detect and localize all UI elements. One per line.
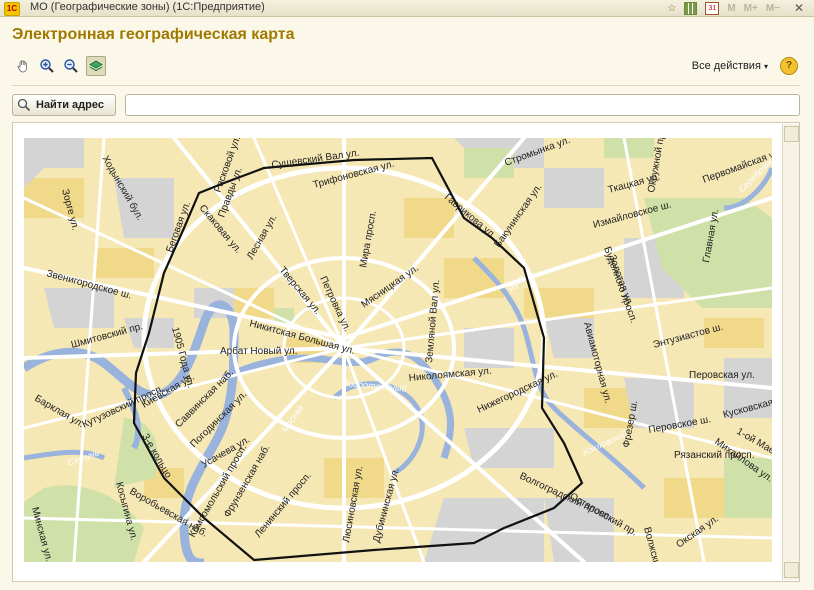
layers-button[interactable] — [86, 56, 106, 76]
hand-icon — [17, 60, 27, 73]
memory-m-button[interactable]: M — [727, 3, 735, 14]
scroll-down-arrow[interactable] — [784, 562, 799, 578]
favorites-star-icon[interactable]: ☆ — [667, 3, 676, 14]
app-logo-icon: 1С — [4, 2, 20, 16]
geographic-map[interactable]: Зорге ул. Ходынский бул. Звенигородское ш.… — [24, 138, 772, 562]
pan-tool-button[interactable] — [14, 57, 32, 75]
calendar-icon[interactable]: 31 — [705, 1, 720, 15]
street-label: Перовская ул. — [689, 370, 755, 381]
help-button[interactable]: ? — [780, 57, 798, 75]
close-window-button[interactable]: ✕ — [788, 0, 810, 16]
window-title: МО (Географические зоны) (1С:Предприятие… — [30, 1, 265, 13]
layers-icon — [89, 60, 103, 72]
address-input[interactable] — [125, 94, 800, 116]
memory-mminus-button[interactable]: M− — [766, 3, 780, 14]
titlebar-tools: ☆ 31 M M+ M− ✕ — [663, 0, 814, 16]
search-icon — [17, 98, 31, 112]
form-heading: Электронная географическая карта — [12, 26, 295, 43]
all-actions-menu[interactable]: Все действия ▾ — [692, 60, 768, 72]
find-address-label: Найти адрес — [36, 99, 104, 111]
window-titlebar: 1С МО (Географические зоны) (1С:Предприя… — [0, 0, 814, 17]
map-canvas[interactable]: Зорге ул. Ходынский бул.Звенигородское ш.… — [24, 138, 772, 562]
calculator-icon[interactable] — [684, 1, 698, 15]
all-actions-label: Все действия — [691, 60, 761, 72]
find-address-button[interactable]: Найти адрес — [12, 94, 116, 116]
zoom-out-button[interactable] — [62, 57, 80, 75]
scroll-up-arrow[interactable] — [784, 126, 799, 142]
toolbar-divider — [12, 85, 800, 86]
street-label: Арбат Новый ул. — [220, 345, 297, 357]
zoom-in-icon — [40, 59, 54, 73]
chevron-down-icon: ▾ — [763, 62, 768, 71]
zoom-out-icon — [64, 59, 78, 73]
memory-mplus-button[interactable]: M+ — [744, 3, 758, 14]
map-toolbar — [14, 56, 106, 76]
zoom-in-button[interactable] — [38, 57, 56, 75]
map-vertical-scrollbar[interactable] — [782, 124, 799, 580]
